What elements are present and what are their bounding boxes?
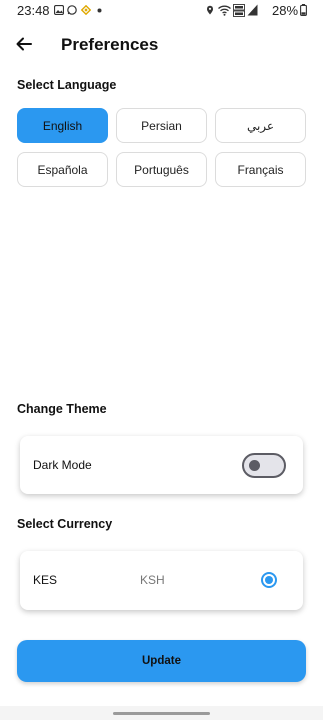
dark-mode-label: Dark Mode [33, 458, 92, 472]
update-button[interactable]: Update [17, 640, 306, 682]
language-option-arabic[interactable]: عربي [215, 108, 306, 143]
currency-section-title: Select Currency [17, 517, 113, 531]
whatsapp-icon [67, 5, 77, 15]
volte-icon [233, 4, 245, 17]
dark-mode-toggle[interactable] [242, 453, 286, 478]
language-option-english[interactable]: English [17, 108, 108, 143]
signal-icon [247, 4, 258, 16]
language-option-portuguese[interactable]: Português [116, 152, 207, 187]
language-section-title: Select Language [17, 78, 117, 92]
status-time: 23:48 [17, 3, 50, 18]
dot-icon [97, 8, 102, 13]
page-title: Preferences [61, 35, 159, 54]
currency-radio[interactable] [261, 572, 277, 588]
status-bar: 23:48 28% [0, 0, 323, 22]
home-gesture-pill[interactable] [113, 712, 210, 715]
language-option-spanish[interactable]: Española [17, 152, 108, 187]
language-option-french[interactable]: Français [215, 152, 306, 187]
location-icon [207, 5, 213, 15]
battery-icon [300, 4, 307, 16]
battery-text: 28% [272, 3, 299, 18]
currency-option-card[interactable]: KES KSH [20, 551, 303, 610]
arrow-left-icon[interactable] [14, 34, 34, 54]
radio-selected-dot [265, 576, 273, 584]
language-option-persian[interactable]: Persian [116, 108, 207, 143]
wifi-icon [218, 5, 231, 16]
dark-mode-card: Dark Mode [20, 436, 303, 494]
gallery-icon [54, 5, 64, 15]
theme-section-title: Change Theme [17, 402, 107, 416]
toggle-knob [249, 460, 260, 471]
currency-symbol: KSH [140, 573, 165, 587]
binance-icon [81, 5, 91, 15]
currency-code: KES [33, 573, 58, 587]
